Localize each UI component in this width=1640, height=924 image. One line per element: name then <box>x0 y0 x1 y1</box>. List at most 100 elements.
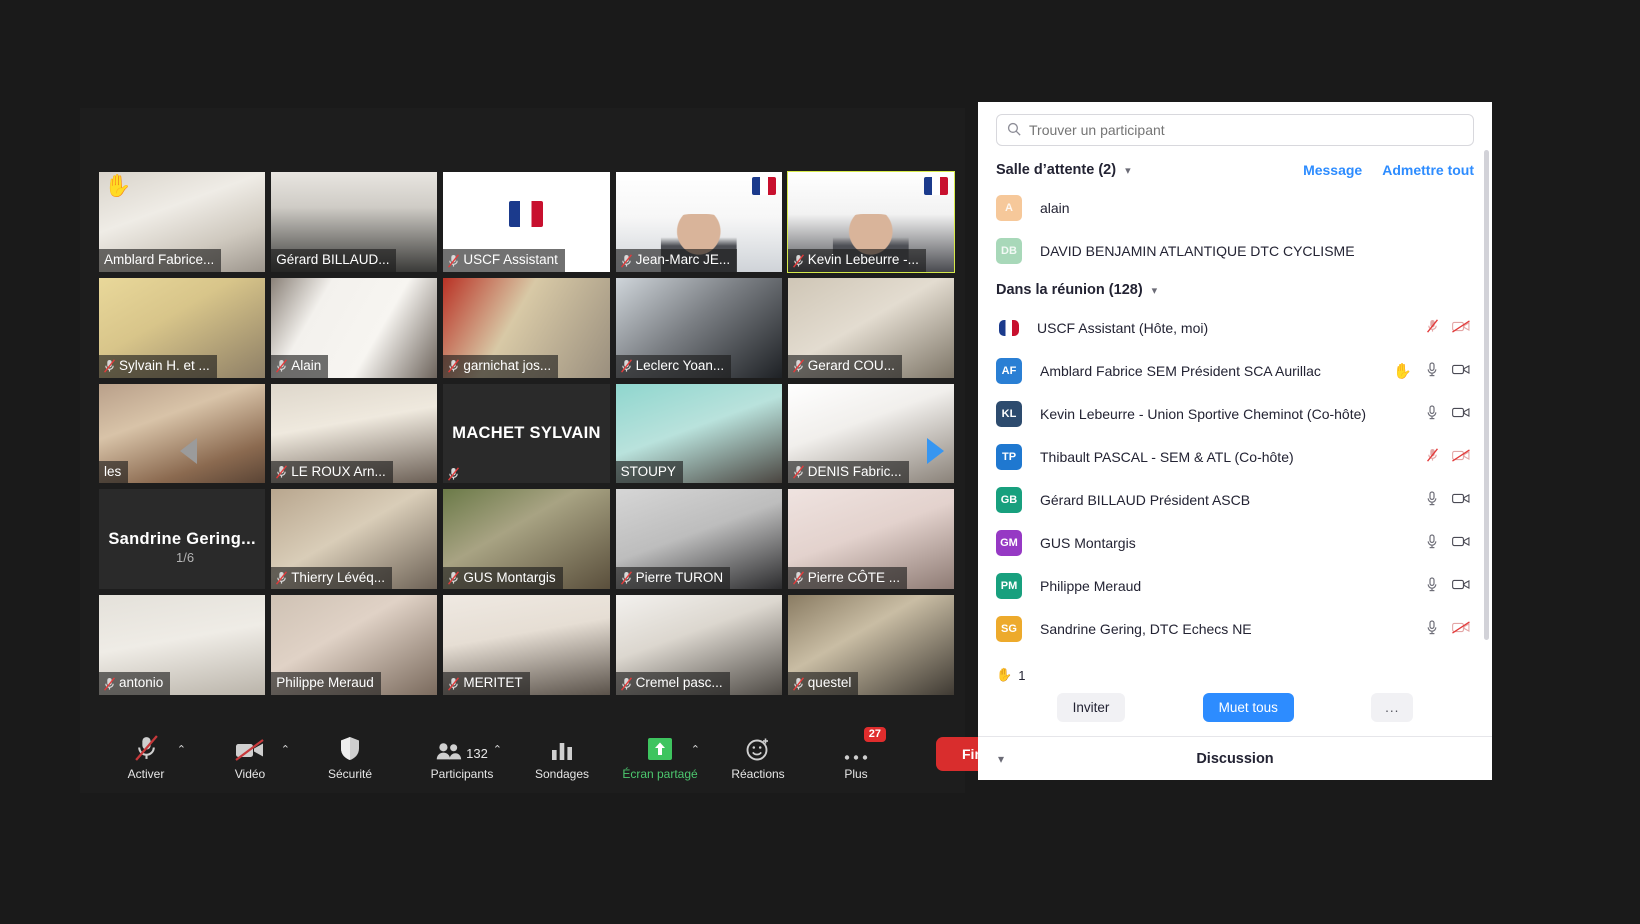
grid-next-arrow[interactable] <box>923 431 947 471</box>
participant-row[interactable]: GM GUS Montargis <box>978 521 1492 564</box>
raised-hand-icon: ✋ <box>1393 362 1412 380</box>
toolbar-button-cran-partag[interactable]: Écran partagé ⌃ <box>622 727 700 781</box>
video-tile[interactable]: Cremel pasc... <box>615 595 782 695</box>
video-tile[interactable]: antonio <box>99 595 266 695</box>
toolbar-label: Réactions <box>731 767 785 781</box>
mic-icon[interactable] <box>1426 533 1438 552</box>
search-box[interactable] <box>996 114 1474 146</box>
grid-prev-arrow[interactable] <box>176 431 200 471</box>
tile-name-bar <box>443 465 466 483</box>
mic-muted-icon[interactable] <box>1427 448 1438 465</box>
tile-center-name: Sandrine Gering... <box>108 529 256 548</box>
avatar: AF <box>996 357 1022 384</box>
share-screen-icon <box>647 735 673 761</box>
video-tile[interactable]: Sandrine Gering... <box>99 489 266 590</box>
video-tile[interactable]: ✋ Amblard Fabrice... <box>99 172 266 272</box>
waiting-room-row[interactable]: Aalain <box>978 186 1492 229</box>
waiting-room-row[interactable]: DB DAVID BENJAMIN ATLANTIQUE DTC CYCLISME <box>978 229 1492 272</box>
tile-name-bar: GUS Montargis <box>443 566 563 590</box>
toolbar-button-activer[interactable]: Activer ⌃ <box>118 727 186 781</box>
participant-name: USCF Assistant (Hôte, moi) <box>1037 319 1209 336</box>
video-tile[interactable]: garnichat jos... <box>443 277 610 378</box>
video-off-icon[interactable] <box>1452 448 1470 465</box>
search-input[interactable] <box>1029 122 1463 138</box>
video-icon[interactable] <box>1452 406 1470 422</box>
participant-row[interactable]: AF Amblard Fabrice SEM Président SCA Auri… <box>978 349 1492 392</box>
uscf-logo-icon <box>509 200 544 227</box>
mic-muted-icon <box>448 253 460 268</box>
toolbar-button-sondages[interactable]: Sondages <box>534 727 590 781</box>
mic-icon[interactable] <box>1426 490 1438 509</box>
video-tile[interactable]: LE ROUX Arn... <box>271 383 438 484</box>
participant-row[interactable]: GB Gérard BILLAUD Président ASCB <box>978 478 1492 521</box>
tile-name-bar: LE ROUX Arn... <box>271 460 393 484</box>
video-tile[interactable]: MERITET <box>443 595 610 695</box>
chevron-up-icon[interactable]: ⌃ <box>281 743 290 756</box>
video-tile[interactable]: Gerard COU... <box>787 277 954 378</box>
video-tile[interactable]: Kevin Lebeurre -... <box>786 171 955 273</box>
participant-row[interactable]: PM Philippe Meraud <box>978 564 1492 607</box>
toolbar-label: Vidéo <box>234 767 266 781</box>
discussion-section-bar[interactable]: ▾ Discussion <box>978 736 1492 780</box>
toolbar-button-vid-o[interactable]: Vidéo ⌃ <box>222 727 290 781</box>
chevron-up-icon[interactable]: ⌃ <box>177 743 186 756</box>
toolbar-button-s-curit[interactable]: Sécurité <box>322 727 378 781</box>
video-tile[interactable]: Philippe Meraud <box>271 595 438 695</box>
participant-row[interactable]: TP Thibault PASCAL - SEM & ATL (Co-hôte) <box>978 435 1492 478</box>
toolbar-label: Participants <box>430 767 494 781</box>
chevron-right-icon <box>926 437 944 464</box>
video-icon[interactable] <box>1452 578 1470 594</box>
video-off-icon[interactable] <box>1452 319 1470 336</box>
toolbar-button-participants[interactable]: 132 Participants ⌃ <box>431 727 502 781</box>
video-tile[interactable]: Pierre TURON <box>615 489 782 590</box>
tile-name-bar: questel <box>787 672 859 695</box>
video-tile[interactable]: USCF Assistant <box>443 172 610 272</box>
mic-muted-icon <box>620 359 632 373</box>
mic-icon[interactable] <box>1426 361 1438 380</box>
video-tile[interactable]: STOUPY <box>615 383 782 484</box>
mic-muted-icon[interactable] <box>1427 319 1438 336</box>
toolbar-button-r-actions[interactable]: Réactions <box>730 727 786 781</box>
waiting-room-admit-all-button[interactable]: Admettre tout <box>1382 162 1474 178</box>
video-tile[interactable]: Gérard BILLAUD... <box>271 172 438 272</box>
video-tile[interactable]: questel <box>787 595 954 695</box>
invite-button[interactable]: Inviter <box>1056 693 1126 722</box>
chevron-up-icon[interactable]: ⌃ <box>691 743 700 756</box>
participants-list[interactable]: USCF Assistant (Hôte, moi) AF Amblard Fabr… <box>978 306 1492 659</box>
chevron-down-icon[interactable]: ▾ <box>1125 164 1131 177</box>
mic-icon[interactable] <box>1426 576 1438 595</box>
video-tile[interactable]: Jean-Marc JE... <box>615 172 782 272</box>
participant-name: Amblard Fabrice SEM Président SCA Aurill… <box>1040 362 1321 379</box>
video-tile[interactable]: MACHET SYLVAIN <box>443 383 610 484</box>
tile-participant-name: Gerard COU... <box>807 358 895 374</box>
video-tile[interactable]: Pierre CÔTE ... <box>787 489 954 590</box>
tile-participant-name: garnichat jos... <box>463 358 552 374</box>
video-tile[interactable]: Leclerc Yoan... <box>615 277 782 378</box>
tile-participant-name: questel <box>807 675 852 691</box>
video-tile[interactable]: Sylvain H. et ... <box>99 277 266 378</box>
toolbar-button-plus[interactable]: Plus 27 <box>828 727 886 781</box>
video-off-icon[interactable] <box>1452 620 1470 637</box>
video-tile[interactable]: Alain <box>271 277 438 378</box>
tile-name-bar: STOUPY <box>615 460 683 484</box>
waiting-room-message-button[interactable]: Message <box>1303 162 1362 178</box>
participant-row[interactable]: SG Sandrine Gering, DTC Echecs NE <box>978 607 1492 650</box>
polls-icon <box>551 735 573 761</box>
participant-row[interactable]: KL Kevin Lebeurre - Union Sportive Chemin… <box>978 392 1492 435</box>
mute-all-button[interactable]: Muet tous <box>1202 693 1294 722</box>
chevron-down-icon: ▾ <box>998 751 1005 766</box>
video-grid: ✋ Amblard Fabrice... Gérard BILLAUD... USCF… <box>99 171 955 695</box>
more-options-button[interactable]: ... <box>1371 693 1414 722</box>
chevron-down-icon[interactable]: ▾ <box>1152 284 1158 297</box>
panel-scrollbar[interactable] <box>1484 150 1489 640</box>
video-tile[interactable]: Thierry Lévéq... <box>271 489 438 590</box>
video-tile[interactable]: GUS Montargis <box>443 489 610 590</box>
participant-name: Gérard BILLAUD Président ASCB <box>1040 491 1251 508</box>
participant-row[interactable]: USCF Assistant (Hôte, moi) <box>978 306 1492 349</box>
video-icon[interactable] <box>1452 363 1470 379</box>
video-icon[interactable] <box>1452 492 1470 508</box>
mic-icon[interactable] <box>1426 619 1438 638</box>
chevron-up-icon[interactable]: ⌃ <box>493 743 502 756</box>
video-icon[interactable] <box>1452 535 1470 551</box>
mic-icon[interactable] <box>1426 404 1438 423</box>
